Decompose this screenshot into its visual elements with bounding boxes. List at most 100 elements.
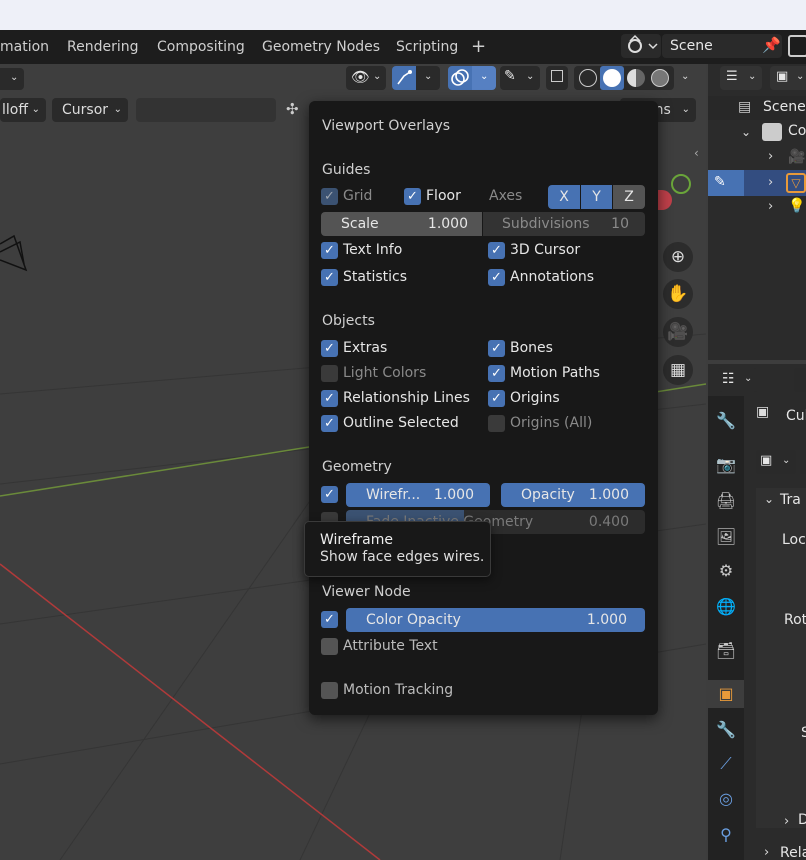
pencil-icon: ✎ — [504, 68, 516, 84]
tab-scripting[interactable]: Scripting — [396, 30, 458, 64]
collection-icon — [762, 123, 782, 141]
pin-icon[interactable]: 📌 — [762, 36, 782, 56]
axis-x-toggle[interactable]: X — [548, 185, 580, 209]
overlays-toggle[interactable] — [448, 66, 472, 90]
xray-annotate-dropdown[interactable]: ✎ ⌄ — [500, 66, 540, 90]
view-layer-icon[interactable]: 🖼 — [715, 526, 737, 548]
new-scene-icon[interactable] — [788, 35, 806, 57]
origins-all-checkbox[interactable] — [488, 415, 505, 432]
shading-dropdown[interactable]: ⌄ — [676, 66, 696, 90]
outliner-camera-row[interactable]: › 🎥 — [708, 146, 806, 170]
statistics-checkbox[interactable]: ✓ — [321, 269, 338, 286]
expand-icon[interactable]: › — [768, 199, 773, 214]
collection-icon[interactable]: 🗃 — [715, 640, 737, 662]
scene-selector-button[interactable] — [621, 34, 661, 58]
motion-tracking-checkbox[interactable] — [321, 682, 338, 699]
pivot-dropdown[interactable]: Cursor ⌄ — [52, 98, 128, 122]
color-opacity-field[interactable]: Color Opacity 1.000 — [346, 608, 645, 632]
xray-toggle[interactable] — [546, 66, 568, 90]
tab-rendering[interactable]: Rendering — [67, 30, 139, 64]
list-icon: ☰ — [726, 69, 738, 84]
properties-tabs: 🔧 📷 🖨 🖼 ⚙ 🌐 🗃 ▣ 🔧 ⟋ ◎ ⚲ — [708, 396, 744, 860]
wireframe-shading-icon[interactable] — [579, 69, 597, 87]
extras-checkbox[interactable]: ✓ — [321, 340, 338, 357]
outliner-scene-row[interactable]: ▤ Scene — [708, 96, 806, 120]
rendered-shading-icon[interactable] — [651, 69, 669, 87]
modifier-wrench-icon[interactable]: 🔧 — [715, 719, 737, 741]
expand-icon[interactable]: › — [768, 175, 773, 190]
collapse-sidebar-icon[interactable]: ‹ — [694, 146, 699, 160]
tab-compositing[interactable]: Compositing — [157, 30, 245, 64]
cube-icon: ▣ — [760, 453, 773, 468]
outline-selected-checkbox[interactable]: ✓ — [321, 415, 338, 432]
origins-checkbox[interactable]: ✓ — [488, 390, 505, 407]
opacity-field[interactable]: Opacity 1.000 — [501, 483, 645, 507]
expand-icon[interactable]: ⌄ — [741, 125, 751, 139]
overlays-dropdown[interactable]: ⌄ — [472, 66, 496, 90]
visibility-dropdown[interactable]: 👁 ⌄ — [346, 66, 386, 90]
grid-checkbox[interactable]: ✓ — [321, 188, 338, 205]
editor-type-button[interactable]: ⌄ — [0, 68, 24, 90]
camera-view-icon[interactable]: 🎥 — [663, 317, 693, 347]
pan-hand-icon[interactable]: ✋ — [663, 279, 693, 309]
tool-icon[interactable]: 🔧 — [715, 410, 737, 432]
location-label: Loc — [782, 532, 806, 548]
world-icon[interactable]: 🌐 — [715, 596, 737, 618]
color-opacity-checkbox[interactable]: ✓ — [321, 611, 338, 628]
object-browse[interactable]: ▣ ⌄ — [756, 450, 796, 474]
relationship-lines-checkbox[interactable]: ✓ — [321, 390, 338, 407]
zoom-icon[interactable]: ⊕ — [663, 242, 693, 272]
y-axis-gizmo[interactable] — [671, 174, 691, 194]
proportional-falloff-dropdown[interactable]: lloff ⌄ — [0, 98, 46, 122]
overlays-icon — [451, 69, 469, 86]
header-spacer — [136, 98, 276, 122]
object-icon[interactable]: ▣ — [715, 683, 737, 705]
bones-checkbox[interactable]: ✓ — [488, 340, 505, 357]
axis-z-toggle[interactable]: Z — [613, 185, 645, 209]
light-colors-checkbox[interactable] — [321, 365, 338, 382]
ortho-grid-icon[interactable]: ▦ — [663, 355, 693, 385]
relations-panel-header[interactable]: › Rela — [756, 842, 806, 860]
particles-icon[interactable]: ⟋ — [715, 753, 737, 775]
wireframe-checkbox[interactable]: ✓ — [321, 486, 338, 503]
snap-icon[interactable]: ✣ — [286, 100, 306, 120]
gizmo-toggle[interactable] — [392, 66, 416, 90]
gizmo-dropdown[interactable]: ⌄ — [416, 66, 440, 90]
tab-animation[interactable]: mation — [0, 30, 49, 64]
add-workspace-button[interactable]: + — [471, 30, 486, 64]
attribute-text-checkbox[interactable] — [321, 638, 338, 655]
floor-checkbox[interactable]: ✓ — [404, 188, 421, 205]
3d-cursor-checkbox[interactable]: ✓ — [488, 242, 505, 259]
scale-field[interactable]: Scale 1.000 — [321, 212, 482, 236]
transform-panel-header[interactable]: ⌄ Tra — [756, 488, 806, 512]
guides-heading: Guides — [322, 162, 371, 178]
scene-collection-label: Scene — [763, 99, 806, 115]
wireframe-field[interactable]: Wirefr... 1.000 — [346, 483, 490, 507]
render-icon[interactable]: 📷 — [715, 454, 737, 476]
outliner-light-row[interactable]: › 💡 — [708, 196, 806, 220]
expand-icon[interactable]: › — [768, 149, 773, 164]
scene-icon[interactable]: ⚙ — [715, 560, 737, 582]
object-name-field[interactable] — [800, 450, 806, 474]
annotations-checkbox[interactable]: ✓ — [488, 269, 505, 286]
outliner-filter[interactable]: ▣ ⌄ — [770, 66, 806, 90]
outliner-collection-row[interactable]: ⌄ Co — [708, 120, 806, 144]
solid-shading-icon[interactable] — [603, 69, 621, 87]
outliner-cube-row[interactable]: ✎ › ▽ — [708, 170, 806, 196]
properties-editor-type[interactable]: ☷ ⌄ — [718, 368, 758, 392]
motion-paths-checkbox[interactable]: ✓ — [488, 365, 505, 382]
text-info-checkbox[interactable]: ✓ — [321, 242, 338, 259]
subdivisions-field[interactable]: Subdivisions 10 — [483, 212, 645, 236]
tab-geometry-nodes[interactable]: Geometry Nodes — [262, 30, 380, 64]
output-icon[interactable]: 🖨 — [715, 490, 737, 512]
axis-y-toggle[interactable]: Y — [581, 185, 612, 209]
outliner-display-mode[interactable]: ☰ ⌄ — [720, 66, 762, 90]
material-shading-icon[interactable] — [627, 69, 645, 87]
physics-icon[interactable]: ◎ — [715, 788, 737, 810]
constraints-icon[interactable]: ⚲ — [715, 824, 737, 846]
3d-cursor-label: 3D Cursor — [510, 242, 581, 258]
delta-transform-label[interactable]: D — [798, 812, 806, 828]
eyedropper-icon[interactable]: ✎ — [714, 174, 726, 190]
floor-label: Floor — [426, 188, 461, 204]
properties-search[interactable] — [794, 368, 806, 392]
